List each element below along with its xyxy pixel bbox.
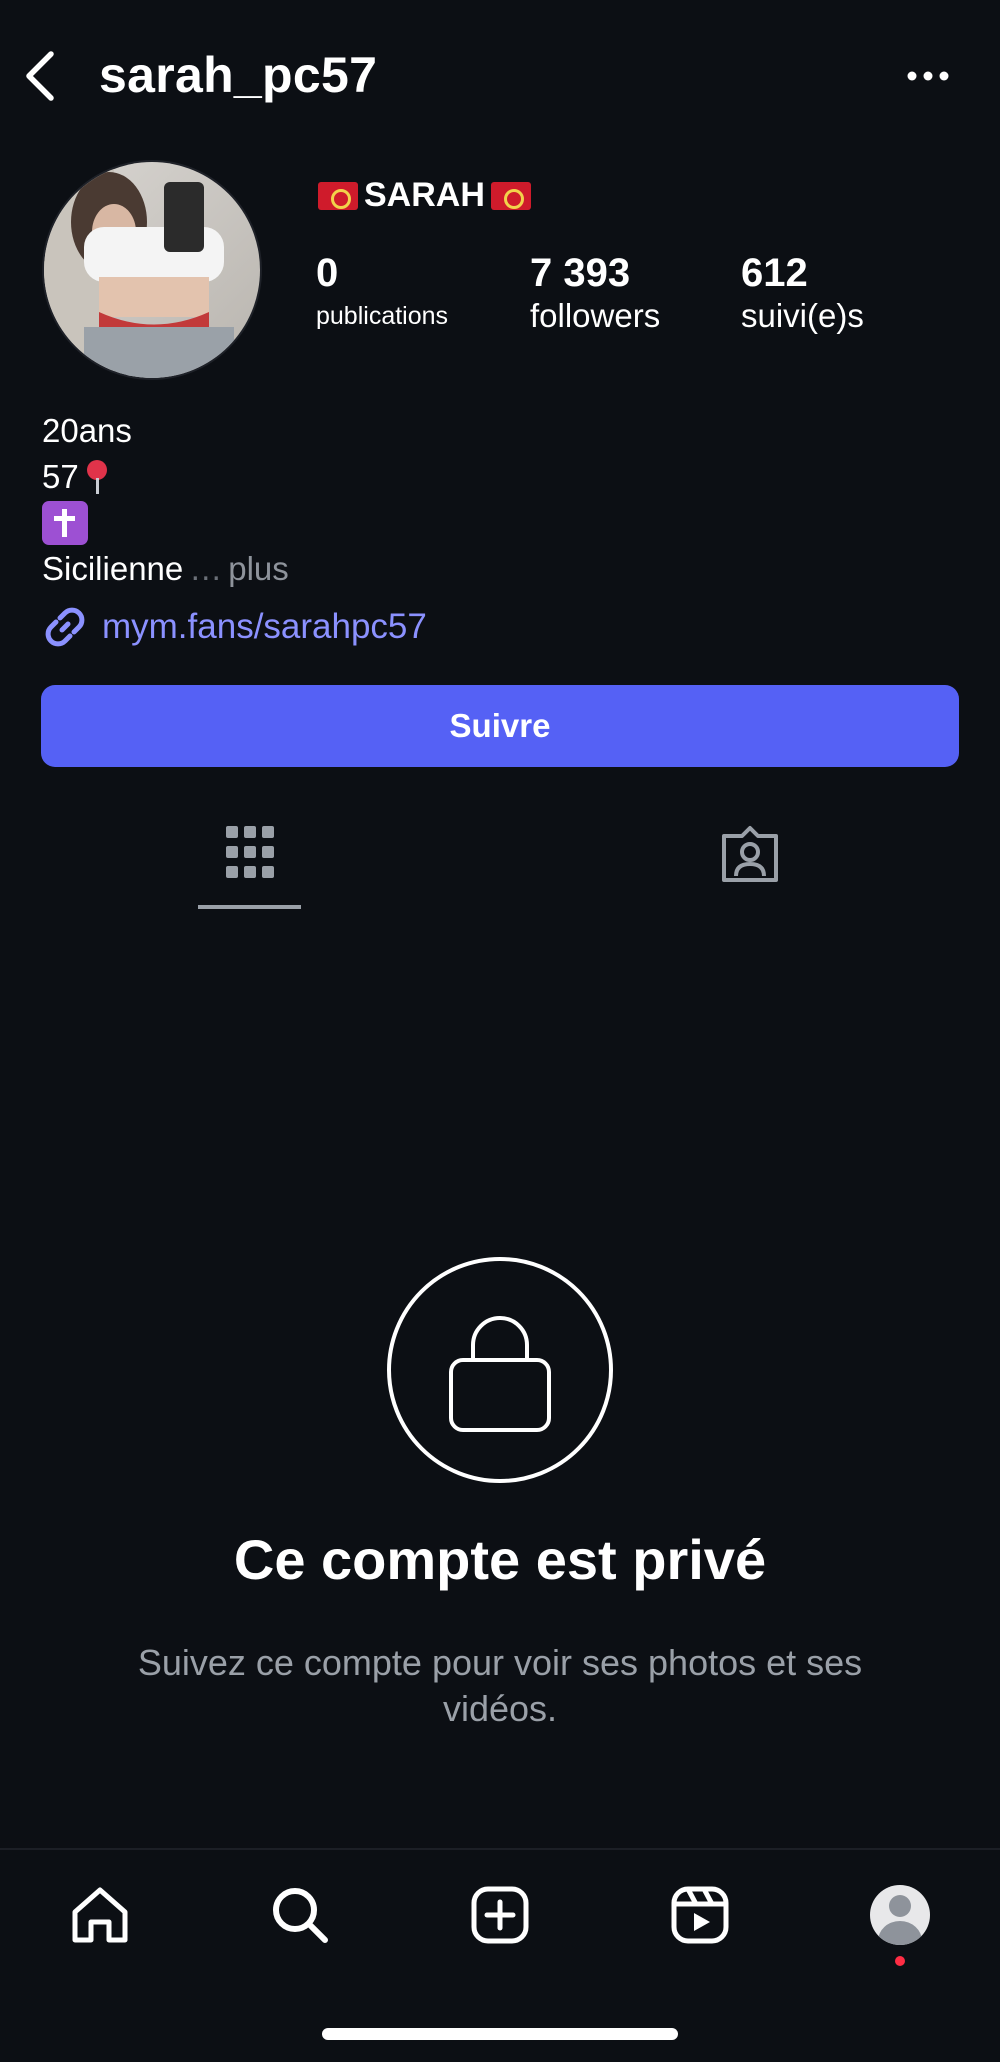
stat-following[interactable]: 612 suivi(e)s: [741, 250, 864, 336]
private-account-title: Ce compte est privé: [233, 1528, 767, 1591]
follow-button[interactable]: Suivre: [41, 685, 959, 767]
link-icon: [45, 607, 85, 647]
private-lock-badge: [387, 1257, 613, 1483]
more-horizontal-icon: [907, 71, 949, 81]
grid-icon: [226, 826, 274, 878]
bio-line: [42, 500, 289, 546]
more-options-button[interactable]: [900, 56, 956, 96]
nav-home-button[interactable]: [65, 1880, 135, 1950]
stat-label: publications: [316, 302, 449, 330]
home-icon: [72, 1887, 128, 1943]
bio-ellipsis: …: [189, 550, 223, 587]
flag-icon: [490, 181, 531, 210]
nav-search-button[interactable]: [265, 1880, 335, 1950]
profile-avatar-image[interactable]: [42, 160, 262, 380]
avatar: [870, 1885, 930, 1945]
bio-line-text: 20ans: [42, 412, 132, 449]
flag-icon: [318, 181, 358, 210]
stat-label: followers: [530, 297, 661, 334]
profile-username: sarah_pc57: [99, 47, 378, 103]
active-tab-indicator: [198, 905, 301, 909]
nav-create-button[interactable]: [465, 1880, 535, 1950]
tab-tagged[interactable]: [500, 812, 1000, 912]
display-name: SARAH: [318, 176, 531, 215]
stat-value: 612: [741, 251, 808, 295]
back-button[interactable]: [18, 48, 62, 104]
display-name-text: SARAH: [364, 176, 485, 214]
pin-icon: [85, 460, 109, 494]
bio-line: 20ans: [42, 408, 289, 454]
bio-line: Sicilienne… plus: [42, 546, 289, 592]
stat-value: 7 393: [530, 251, 631, 295]
profile-page: sarah_pc57 SARAH 0 publications 7 393 fo…: [0, 0, 1000, 2062]
nav-reels-button[interactable]: [665, 1880, 735, 1950]
profile-bio: 20ans 57 Sicilienne… plus: [42, 408, 289, 592]
stat-followers[interactable]: 7 393 followers: [530, 250, 660, 336]
bio-line-text: Sicilienne: [42, 550, 184, 587]
search-icon: [273, 1888, 328, 1943]
reels-icon: [671, 1886, 729, 1944]
chevron-left-icon: [26, 51, 54, 101]
private-account-subtitle: Suivez ce compte pour voir ses photos et…: [137, 1642, 863, 1729]
bio-line-text: 57: [42, 458, 79, 495]
stat-publications: 0 publications: [316, 250, 448, 336]
profile-link[interactable]: mym.fans/sarahpc57: [42, 604, 427, 650]
avatar-photo: [44, 162, 260, 378]
plus-square-icon: [471, 1886, 529, 1944]
notification-dot: [895, 1956, 905, 1966]
nav-profile-button[interactable]: [865, 1880, 935, 1950]
tab-posts-grid[interactable]: [0, 812, 500, 912]
bio-more-link[interactable]: plus: [228, 546, 289, 592]
home-indicator[interactable]: [322, 2028, 678, 2040]
stat-label: suivi(e)s: [741, 297, 864, 334]
top-bar: sarah_pc57: [0, 38, 1000, 114]
profile-link-text: mym.fans/sarahpc57: [102, 607, 427, 646]
cross-icon: [42, 501, 88, 545]
bottom-nav-divider: [0, 1848, 1000, 1850]
bio-line: 57: [42, 454, 289, 500]
tagged-person-icon: [722, 826, 778, 882]
lock-icon: [449, 1316, 551, 1432]
stat-value: 0: [316, 251, 339, 295]
